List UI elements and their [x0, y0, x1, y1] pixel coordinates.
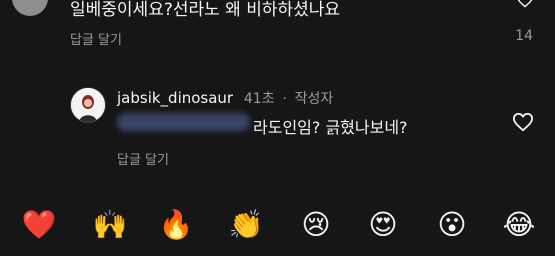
avatar[interactable] — [70, 87, 106, 123]
crying-face-icon[interactable]: 😢 — [296, 205, 336, 245]
comment-text: 라도인임? 긁혔나보네? — [253, 118, 408, 137]
separator: · — [282, 91, 287, 107]
avatar[interactable] — [12, 0, 48, 16]
comment-text: 일베중이세요?선라노 왜 비하하셨나요 — [70, 0, 341, 20]
raising-hands-icon[interactable]: 🙌 — [90, 205, 130, 245]
clapping-hands-icon[interactable]: 👏 — [226, 205, 266, 245]
timestamp: 41초 — [243, 91, 275, 107]
author-badge: 작성자 — [294, 91, 334, 107]
emoji-reaction-bar: ❤️ 🙌 🔥 👏 😢 😍 😮 😂 — [0, 205, 555, 249]
laughing-face-icon[interactable]: 😂 — [499, 205, 539, 245]
heart-eyes-icon[interactable]: 😍 — [363, 205, 403, 245]
red-heart-icon[interactable]: ❤️ — [19, 205, 59, 245]
fire-icon[interactable]: 🔥 — [156, 205, 196, 245]
like-count: 14 — [515, 28, 533, 44]
reply-button[interactable]: 답글 달기 — [70, 29, 122, 48]
blurred-mention — [117, 113, 250, 131]
like-heart-icon[interactable] — [512, 112, 534, 132]
like-heart-icon[interactable] — [515, 0, 535, 8]
surprised-face-icon[interactable]: 😮 — [432, 205, 472, 245]
username[interactable]: jabsik_dinosaur — [117, 89, 233, 107]
reply-button[interactable]: 답글 달기 — [117, 149, 169, 168]
comment-header: jabsik_dinosaur 41초 · 작성자 — [117, 88, 333, 108]
